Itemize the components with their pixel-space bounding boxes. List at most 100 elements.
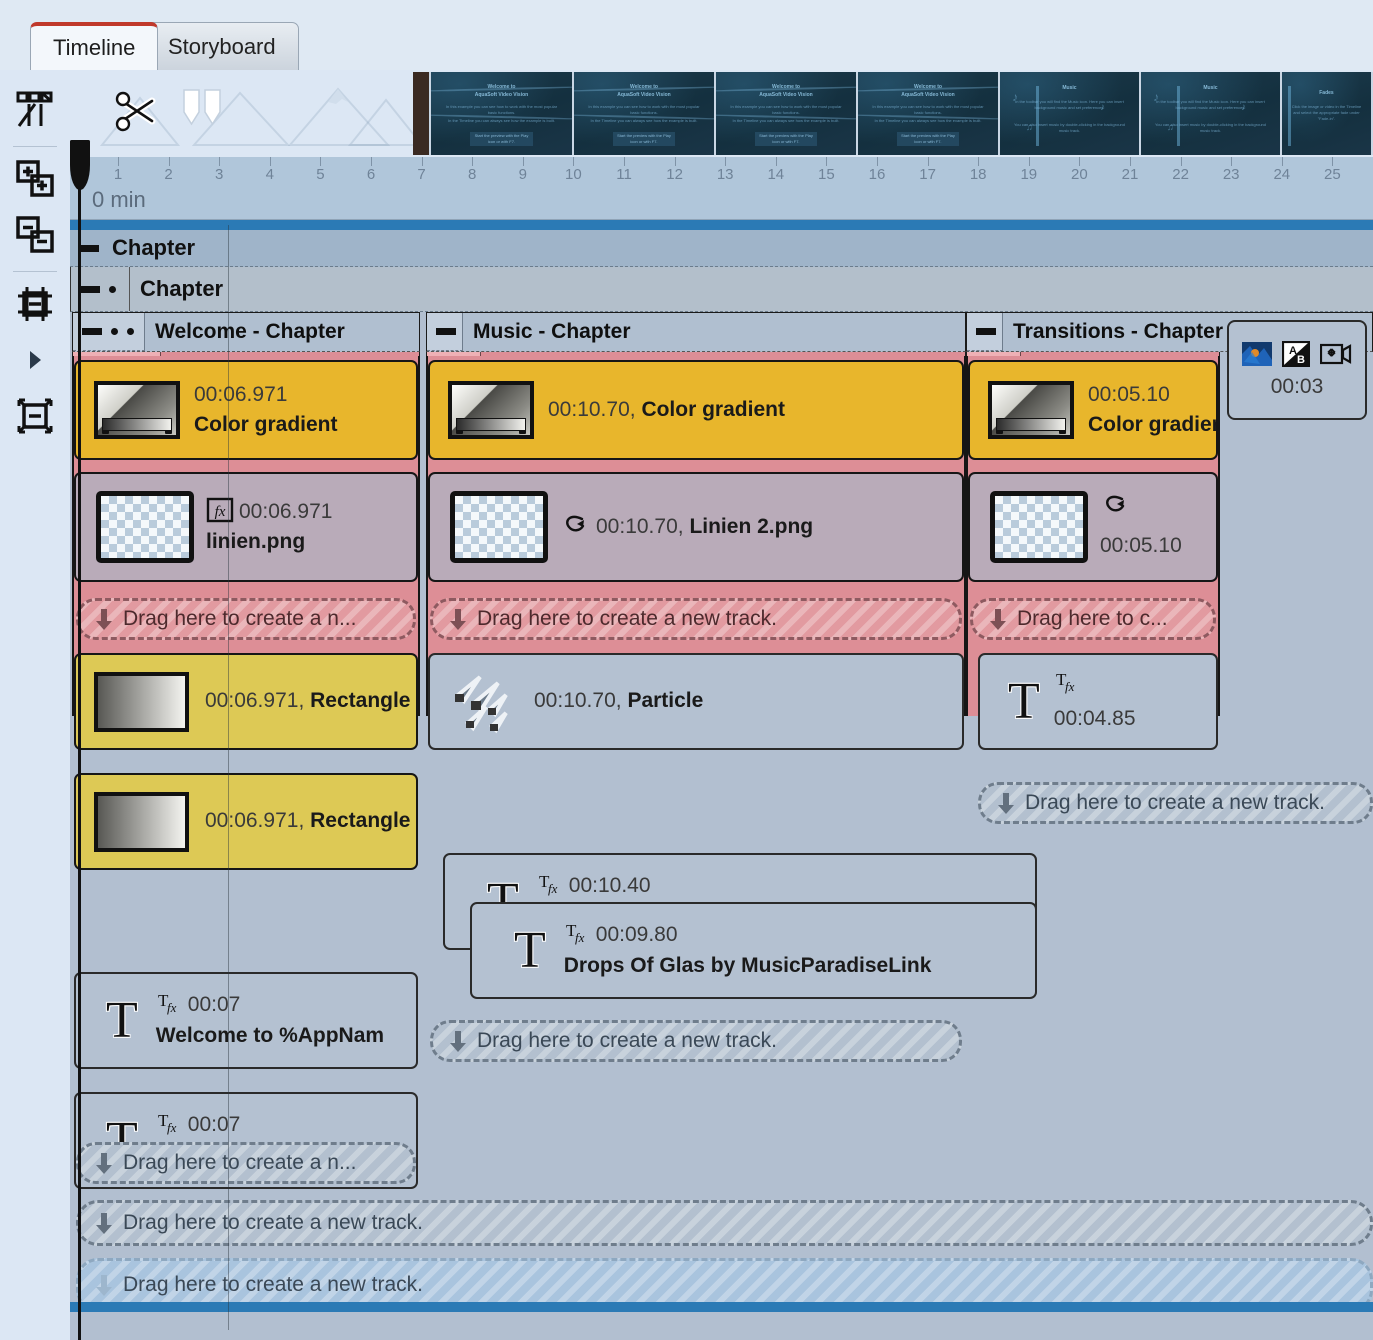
- ruler-tick: [219, 157, 221, 166]
- ruler-tick: [978, 157, 980, 166]
- drag-new-track-red-transitions[interactable]: Drag here to c...: [970, 598, 1216, 640]
- thumbnail[interactable]: Fades Click the image or video in the Ti…: [1282, 72, 1373, 155]
- fit-height-icon[interactable]: [9, 278, 61, 330]
- clip-label: 00:06.971, Rectangle: [205, 689, 411, 713]
- clip-color-gradient-music[interactable]: 00:10.70, Color gradient: [428, 360, 964, 460]
- clip-linien2-png[interactable]: 00:10.70, Linien 2.png: [428, 472, 964, 582]
- expand-arrow-icon[interactable]: [9, 334, 61, 386]
- chapter-accent-bar: [70, 220, 1373, 230]
- collapse-icon[interactable]: [976, 328, 996, 335]
- thumbnail-title: Welcome to: [487, 84, 516, 90]
- thumbnail[interactable]: Welcome to AquaSoft Video Vision In this…: [716, 72, 858, 155]
- scissors-icon[interactable]: [110, 84, 162, 136]
- marker-dot-icon: [127, 328, 134, 335]
- thumbnail-edge: [413, 72, 431, 155]
- remove-object-icon[interactable]: [9, 209, 61, 261]
- chapter-header-music[interactable]: Music - Chapter: [426, 312, 966, 352]
- particle-icon: [455, 674, 508, 733]
- drag-new-track-red-welcome[interactable]: Drag here to create a n...: [76, 598, 416, 640]
- clip-particle[interactable]: 00:10.70, Particle: [428, 653, 964, 750]
- arrow-down-icon: [96, 1213, 112, 1234]
- clip-rectangle-2[interactable]: 00:06.971, Rectangle: [74, 773, 418, 870]
- chapter-header-welcome[interactable]: Welcome - Chapter: [72, 312, 420, 352]
- clip-text-drops-of-glas[interactable]: T T fx 00:09.80 Drops Of Glas by MusicPa…: [470, 902, 1037, 999]
- collapse-icon[interactable]: [79, 244, 99, 252]
- clip-png-transitions[interactable]: 00:05.10: [968, 472, 1218, 582]
- collapse-icon[interactable]: [80, 285, 100, 293]
- drag-new-track-grey-welcome[interactable]: Drag here to create a n...: [76, 1142, 416, 1184]
- arrow-down-icon: [990, 609, 1006, 630]
- fx-icon: fx: [206, 497, 234, 522]
- ruler-tick: [168, 157, 170, 166]
- text-fx-icon: T fx: [158, 1111, 177, 1135]
- tab-bar: Timeline Storyboard: [0, 0, 1373, 70]
- split-icon[interactable]: [180, 87, 226, 129]
- ruler-tick: [118, 157, 119, 166]
- thumbnail-body-1: In the toolbar you will find the Music i…: [1015, 99, 1124, 110]
- timeline-bottom-accent-bar: [70, 1302, 1373, 1312]
- thumbnail[interactable]: Welcome to AquaSoft Video Vision In this…: [431, 72, 574, 155]
- clip-time: 00:07: [187, 1113, 241, 1137]
- clip-label: 00:05.10 Color gradier: [1088, 380, 1216, 441]
- timeline-canvas[interactable]: Welcome to AquaSoft Video Vision In this…: [70, 70, 1373, 1340]
- ruler-tick: [1130, 157, 1131, 166]
- clip-text-welcome[interactable]: T T fx 00:07 Welcome to %AppNam: [74, 972, 418, 1069]
- timeline-view-icon[interactable]: [9, 84, 61, 136]
- ruler-unit-label: 0 min: [92, 187, 146, 212]
- drag-new-track-grey-transitions[interactable]: Drag here to create a new track.: [978, 782, 1373, 824]
- clip-text-transitions[interactable]: T T fx 00:04.85: [978, 653, 1218, 750]
- ruler-tick-label: 2: [164, 166, 173, 183]
- clip-name: Drops Of Glas by MusicParadiseLink: [563, 953, 932, 977]
- collapse-icon[interactable]: [436, 328, 456, 335]
- ruler-tick-label: 23: [1222, 166, 1240, 183]
- thumbnail[interactable]: Welcome to AquaSoft Video Vision In this…: [574, 72, 716, 155]
- ruler-tick-label: 21: [1121, 166, 1139, 183]
- chapter-label: Chapter: [112, 235, 196, 260]
- thumbnail-title: Fades: [1319, 90, 1334, 96]
- chapter-row-level-2[interactable]: Chapter: [70, 267, 1373, 312]
- drag-track-label: Drag here to create a new track.: [123, 1211, 423, 1234]
- add-object-icon[interactable]: [9, 153, 61, 205]
- drag-new-track-global-1[interactable]: Drag here to create a new track.: [76, 1200, 1373, 1246]
- clip-color-gradient-transitions[interactable]: 00:05.10 Color gradier: [968, 360, 1218, 460]
- ruler-tick-label: 25: [1324, 166, 1341, 183]
- clip-rectangle-1[interactable]: 00:06.971, Rectangle: [74, 653, 418, 750]
- ab-transition-icon: A B: [1282, 341, 1310, 367]
- tab-storyboard[interactable]: Storyboard: [145, 22, 299, 70]
- thumbnail[interactable]: ♪ ♫ ♪ Music In the toolbar you will find…: [1141, 72, 1282, 155]
- ruler-tick: [320, 157, 322, 166]
- rail-divider-2: [13, 271, 57, 272]
- thumbnail[interactable]: Welcome to AquaSoft Video Vision In this…: [858, 72, 1000, 155]
- rail-divider-1: [13, 146, 57, 147]
- thumbnail-body-1: In this example you can see how to work …: [445, 104, 558, 115]
- ruler-tick-label: 18: [969, 166, 987, 183]
- tab-timeline[interactable]: Timeline: [30, 22, 159, 70]
- ruler-tick: [624, 157, 625, 166]
- ruler-tick-label: 6: [366, 166, 376, 183]
- chapter-header-label: Transitions - Chapter: [1013, 320, 1224, 343]
- thumbnail-subtitle: AquaSoft Video Vision: [474, 92, 529, 98]
- clip-color-gradient[interactable]: 00:06.971 Color gradient: [74, 360, 418, 460]
- svg-text:A: A: [1289, 345, 1297, 357]
- clip-linien-png[interactable]: fx 00:06.971 linien.png: [74, 472, 418, 582]
- clip-time: 00:06.971: [239, 499, 333, 523]
- drag-new-track-grey-music[interactable]: Drag here to create a new track.: [430, 1020, 962, 1062]
- ruler-tick-label: 13: [716, 166, 734, 183]
- thumbnail-body-1: In this example you can see how to work …: [872, 104, 984, 115]
- time-ruler[interactable]: 0 min 1 2 3 4 5 6 7 8 9 10 11 12 13 14 15 16 17 18 19 20 21 2…: [70, 157, 1373, 220]
- ruler-tick: [1281, 157, 1283, 166]
- arrow-down-icon: [96, 1153, 112, 1174]
- chapter-header-label: Welcome - Chapter: [155, 320, 345, 343]
- drag-new-track-red-music[interactable]: Drag here to create a new track.: [430, 598, 962, 640]
- clip-name: Color gradient: [194, 413, 338, 436]
- clip-transition[interactable]: A B 00:03: [1227, 320, 1367, 420]
- thumbnail[interactable]: ♪ ♫ ♪ Music In the toolbar you will find…: [1000, 72, 1141, 155]
- collapse-icon[interactable]: [82, 328, 102, 335]
- marker-dot-icon: [111, 328, 118, 335]
- playhead-line: [78, 140, 81, 1340]
- chapter-row-level-1[interactable]: Chapter: [70, 230, 1373, 267]
- playhead-handle[interactable]: [70, 140, 90, 190]
- transparency-thumbnail: [450, 491, 548, 563]
- fit-all-icon[interactable]: [9, 390, 61, 442]
- text-t-icon: T: [514, 921, 546, 979]
